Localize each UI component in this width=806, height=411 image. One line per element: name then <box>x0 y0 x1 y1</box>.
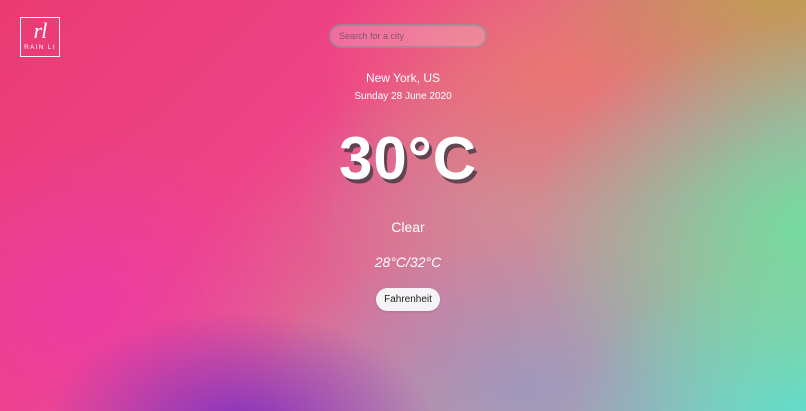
date-label: Sunday 28 June 2020 <box>354 91 452 102</box>
temperature-range: 28°C/32°C <box>374 254 442 270</box>
logo-monogram: rl <box>33 18 48 43</box>
logo-wordmark: RAIN LI <box>24 44 56 51</box>
location-label: New York, US <box>365 71 441 85</box>
search-box <box>329 24 487 48</box>
city-search-input[interactable] <box>331 26 485 46</box>
brand-logo[interactable]: rl RAIN LI <box>20 17 60 57</box>
fahrenheit-toggle-button[interactable]: Fahrenheit <box>376 288 440 311</box>
weather-condition: Clear <box>391 219 425 235</box>
current-temperature: 30°C <box>338 125 478 192</box>
